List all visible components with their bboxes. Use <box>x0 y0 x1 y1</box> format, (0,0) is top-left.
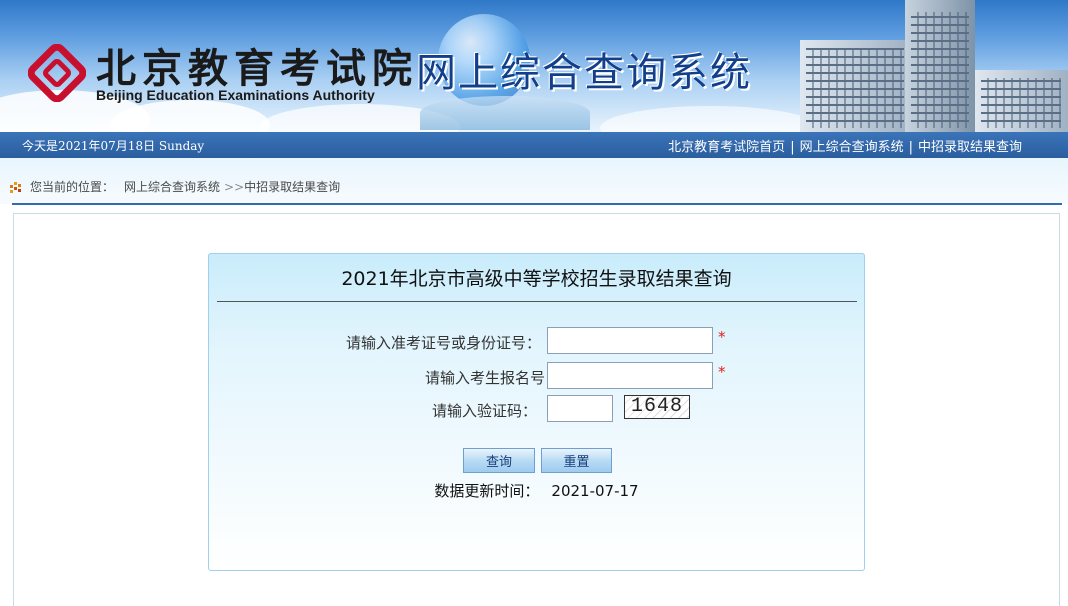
today-date: 今天是2021年07月18日 Sunday <box>22 139 205 153</box>
captcha-label: 请输入验证码： <box>431 402 537 420</box>
system-title: 网上综合查询系统 <box>416 50 752 96</box>
required-mark: * <box>718 363 726 381</box>
nav-link-admission-result[interactable]: 中招录取结果查询 <box>918 140 1022 155</box>
captcha-image[interactable]: 1648 <box>624 395 690 419</box>
registration-no-label: 请输入考生报名号 <box>424 369 545 387</box>
location-icon <box>10 181 21 193</box>
form-title: 2021年北京市高级中等学校招生录取结果查询 <box>341 268 732 290</box>
breadcrumb-area: 您当前的位置： 网上综合查询系统 >> 中招录取结果查询 <box>0 158 1068 204</box>
required-mark: * <box>718 328 726 346</box>
book-graphic <box>420 96 590 130</box>
reset-button[interactable]: 重置 <box>541 448 612 473</box>
captcha-text: 1648 <box>630 395 683 418</box>
org-name-cn: 北京教育考试院 <box>96 45 418 92</box>
org-name-en: Beijing Education Examinations Authority <box>96 87 375 103</box>
query-button[interactable]: 查询 <box>463 448 535 473</box>
nav-separator: | <box>908 140 913 155</box>
update-time-label: 数据更新时间： <box>434 482 540 500</box>
exam-id-label: 请输入准考证号或身份证号： <box>345 334 541 352</box>
captcha-input[interactable] <box>547 395 613 422</box>
banner-cloud <box>600 106 820 132</box>
breadcrumb: 您当前的位置： 网上综合查询系统 >> 中招录取结果查询 <box>10 178 340 195</box>
nav-links: 北京教育考试院首页 | 网上综合查询系统 | 中招录取结果查询 <box>668 136 1022 155</box>
exam-id-input[interactable] <box>547 327 713 354</box>
breadcrumb-link-query-system[interactable]: 网上综合查询系统 <box>124 178 220 195</box>
building-graphic <box>800 40 910 132</box>
breadcrumb-divider <box>12 203 1062 205</box>
top-nav-bar: 今天是2021年07月18日 Sunday 北京教育考试院首页 | 网上综合查询系统… <box>0 132 1068 158</box>
registration-no-input[interactable] <box>547 362 713 389</box>
building-graphic <box>975 70 1068 132</box>
nav-link-home[interactable]: 北京教育考试院首页 <box>668 140 785 155</box>
authority-logo-icon <box>28 44 86 102</box>
header-banner: 北京教育考试院 Beijing Education Examinations A… <box>0 0 1068 132</box>
data-update-time: 数据更新时间： 2021-07-17 <box>209 480 864 501</box>
breadcrumb-prefix: 您当前的位置： <box>30 180 115 194</box>
breadcrumb-current: 中招录取结果查询 <box>244 180 341 194</box>
nav-link-query-system[interactable]: 网上综合查询系统 <box>800 140 904 155</box>
form-title-divider <box>217 301 857 302</box>
query-form-panel: 2021年北京市高级中等学校招生录取结果查询 请输入准考证号或身份证号： * 请… <box>208 253 865 571</box>
breadcrumb-arrow: >> <box>224 179 245 194</box>
building-graphic <box>905 0 975 132</box>
update-time-value: 2021-07-17 <box>551 482 639 500</box>
nav-separator: | <box>790 140 795 155</box>
